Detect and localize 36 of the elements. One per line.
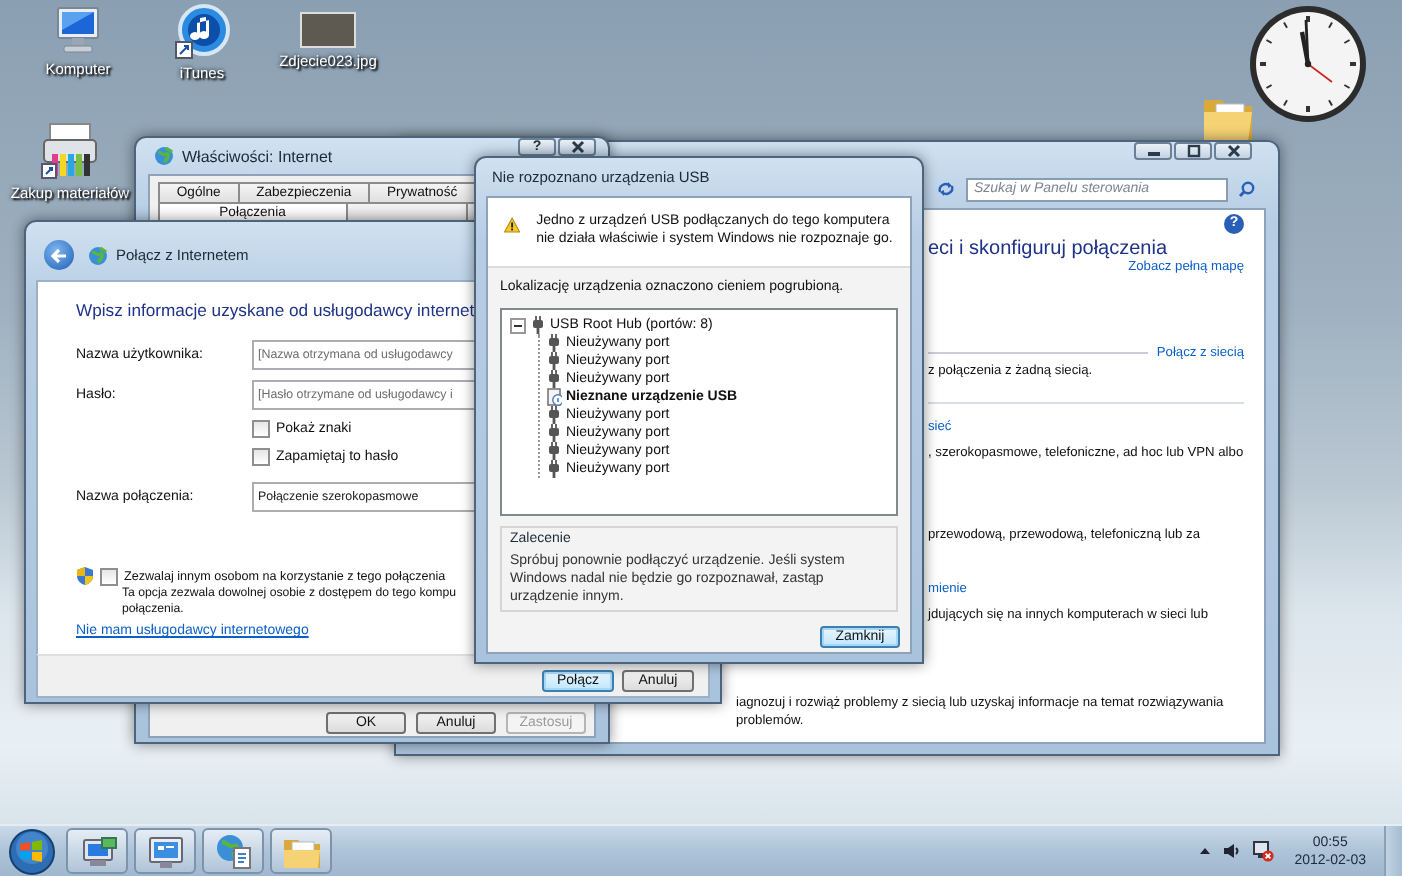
network-computer-icon (77, 832, 117, 870)
taskbar-button[interactable] (270, 828, 332, 874)
close-icon (1223, 144, 1243, 158)
taskbar-button[interactable] (134, 828, 196, 874)
globe-document-icon (213, 832, 253, 870)
close-icon (567, 140, 587, 154)
taskbar-button[interactable] (202, 828, 264, 874)
control-panel-icon (145, 832, 185, 870)
speaker-icon[interactable] (1222, 842, 1243, 860)
unknown-device-icon (546, 388, 562, 406)
window-title: Właściwości: Internet (182, 147, 335, 165)
checkbox[interactable] (252, 420, 270, 438)
network-error-icon[interactable] (1252, 840, 1275, 862)
wizard-heading: Wpisz informacje uzyskane od usługodawcy internet (76, 300, 477, 320)
printer-icon[interactable] (40, 120, 100, 180)
refresh-icon[interactable] (936, 180, 956, 198)
maximize-icon (1183, 144, 1203, 158)
back-arrow-icon (50, 247, 68, 263)
checkbox[interactable] (252, 448, 270, 466)
maximize-button[interactable] (1174, 142, 1212, 160)
taskbar-button[interactable] (66, 828, 128, 874)
photo-placeholder[interactable] (300, 12, 356, 48)
globe-icon (88, 245, 108, 265)
search-icon[interactable] (1238, 180, 1256, 198)
music-note-icon[interactable] (174, 4, 230, 60)
back-button[interactable] (44, 240, 74, 270)
show-hidden-icons-icon[interactable] (1198, 846, 1213, 856)
shield-icon (76, 566, 94, 586)
close-button[interactable] (1214, 142, 1252, 160)
minimize-button[interactable] (1134, 142, 1172, 160)
start-button[interactable] (8, 827, 56, 875)
checkbox[interactable] (100, 567, 118, 585)
expander-icon[interactable] (510, 317, 526, 333)
section-heading: eci i skonfiguruj połączenia (928, 238, 1170, 260)
close-button[interactable] (558, 138, 596, 156)
globe-icon (154, 146, 174, 166)
